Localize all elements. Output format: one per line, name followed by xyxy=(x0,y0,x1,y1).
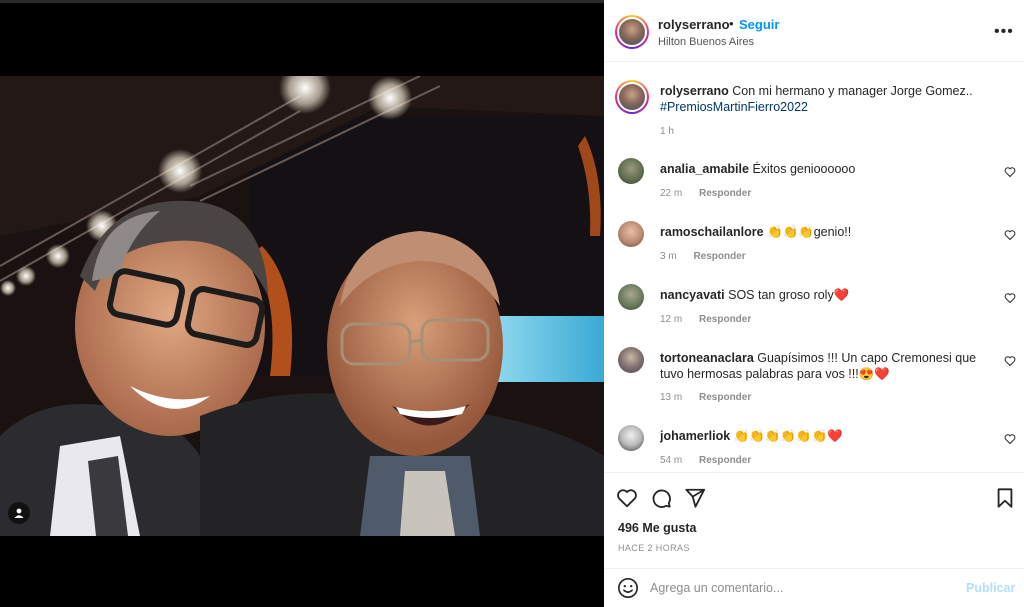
comment-text: Éxitos genioooooo xyxy=(752,162,856,176)
commenter-avatar[interactable] xyxy=(618,425,644,451)
clap-emoji: 👏👏👏 xyxy=(767,225,814,239)
more-options-icon[interactable]: ••• xyxy=(994,23,1014,41)
post-actions: 496 Me gusta HACE 2 HORAS xyxy=(604,472,1024,568)
like-comment-heart-icon[interactable] xyxy=(1004,166,1016,178)
post-header: rolyserrano • Seguir Hilton Buenos Aires… xyxy=(604,0,1024,62)
caption-avatar[interactable] xyxy=(615,80,649,114)
reply-button[interactable]: Responder xyxy=(699,314,751,325)
commenter-avatar[interactable] xyxy=(618,347,644,373)
separator-dot: • xyxy=(729,16,734,31)
top-divider xyxy=(0,0,604,3)
add-comment-bar: Publicar xyxy=(604,568,1024,607)
heart-eyes-emoji: 😍❤️ xyxy=(858,367,890,381)
reply-button[interactable]: Responder xyxy=(699,188,751,199)
comment-meta: 3 m Responder xyxy=(660,251,746,262)
heart-emoji: ❤️ xyxy=(827,429,843,443)
comment-meta: 12 m Responder xyxy=(660,314,751,325)
comment-time: 13 m xyxy=(660,392,683,403)
comment-username[interactable]: johamerliok xyxy=(660,429,730,443)
media-viewer xyxy=(0,0,604,607)
tagged-user-icon[interactable] xyxy=(8,502,30,524)
caption-time: 1 h xyxy=(660,126,674,137)
like-comment-heart-icon[interactable] xyxy=(1004,292,1016,304)
post-panel: rolyserrano • Seguir Hilton Buenos Aires… xyxy=(604,0,1024,607)
comment-text-block: johamerliok 👏👏👏👏👏👏❤️ xyxy=(660,428,985,444)
comment-text-block: tortoneanaclara Guapísimos !!! Un capo C… xyxy=(660,350,985,382)
clap-emoji: 👏👏👏👏👏👏 xyxy=(733,429,828,443)
caption-text: Con mi hermano y manager Jorge Gomez.. xyxy=(732,84,973,98)
commenter-avatar[interactable] xyxy=(618,158,644,184)
location-link[interactable]: Hilton Buenos Aires xyxy=(658,36,754,48)
comment-text-block: analia_amabile Éxitos genioooooo xyxy=(660,161,985,177)
reply-button[interactable]: Responder xyxy=(699,392,751,403)
follow-button[interactable]: Seguir xyxy=(739,17,779,32)
comment-meta: 13 m Responder xyxy=(660,392,751,403)
author-username[interactable]: rolyserrano xyxy=(658,17,730,32)
comments-list[interactable]: rolyserrano Con mi hermano y manager Jor… xyxy=(604,63,1024,472)
comment-time: 54 m xyxy=(660,455,683,466)
caption-hashtag[interactable]: #PremiosMartinFierro2022 xyxy=(660,100,808,114)
reply-button[interactable]: Responder xyxy=(693,251,745,262)
reply-button[interactable]: Responder xyxy=(699,455,751,466)
comment-text: SOS tan groso roly xyxy=(728,288,834,302)
commenter-avatar[interactable] xyxy=(618,221,644,247)
comment-text-block: ramoschailanlore 👏👏👏genio!! xyxy=(660,224,985,240)
comment-meta: 54 m Responder xyxy=(660,455,751,466)
comment-time: 3 m xyxy=(660,251,677,262)
save-bookmark-icon[interactable] xyxy=(994,487,1016,509)
publish-button[interactable]: Publicar xyxy=(966,581,1015,595)
comment-username[interactable]: nancyavati xyxy=(660,288,725,302)
commenter-avatar[interactable] xyxy=(618,284,644,310)
share-send-icon[interactable] xyxy=(684,487,706,509)
caption-text-block: rolyserrano Con mi hermano y manager Jor… xyxy=(660,83,1000,115)
like-heart-icon[interactable] xyxy=(616,487,638,509)
post-time-ago: HACE 2 HORAS xyxy=(618,543,690,553)
photo-illustration xyxy=(0,76,604,536)
comment-time: 12 m xyxy=(660,314,683,325)
comment-bubble-icon[interactable] xyxy=(650,487,672,509)
emoji-smiley-icon[interactable] xyxy=(617,577,639,599)
comment-username[interactable]: analia_amabile xyxy=(660,162,749,176)
like-comment-heart-icon[interactable] xyxy=(1004,355,1016,367)
like-comment-heart-icon[interactable] xyxy=(1004,433,1016,445)
comment-input[interactable] xyxy=(650,578,950,598)
comment-meta: 22 m Responder xyxy=(660,188,751,199)
comment-username[interactable]: ramoschailanlore xyxy=(660,225,764,239)
comment-text-block: nancyavati SOS tan groso roly❤️ xyxy=(660,287,985,303)
comment-text: genio!! xyxy=(813,225,852,239)
heart-emoji: ❤️ xyxy=(833,288,850,302)
post-photo[interactable] xyxy=(0,76,604,536)
author-avatar[interactable] xyxy=(615,15,649,49)
caption-username[interactable]: rolyserrano xyxy=(660,84,729,98)
comment-username[interactable]: tortoneanaclara xyxy=(660,351,754,365)
likes-count[interactable]: 496 Me gusta xyxy=(618,521,697,535)
comment-time: 22 m xyxy=(660,188,683,199)
like-comment-heart-icon[interactable] xyxy=(1004,229,1016,241)
